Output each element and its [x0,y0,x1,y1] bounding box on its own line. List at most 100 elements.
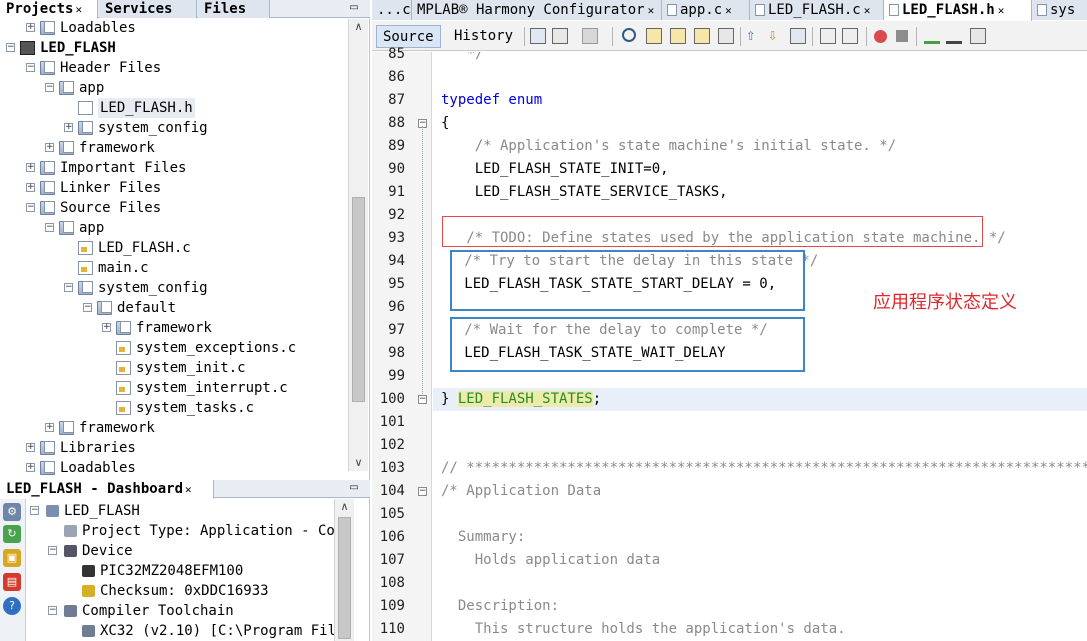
shift-left-icon[interactable] [820,28,836,44]
collapse-icon[interactable]: − [30,506,39,515]
code-area[interactable]: */ typedef enum { /* Application's state… [433,52,1087,641]
history-button[interactable]: History [448,25,519,48]
format-icon[interactable] [970,28,986,44]
chip-icon[interactable]: ▣ [3,549,21,567]
editor-tab[interactable]: LED_FLASH.c ✕ [750,0,884,20]
expand-icon[interactable]: + [26,463,35,472]
expand-icon[interactable]: + [26,183,35,192]
collapse-icon[interactable]: − [45,83,54,92]
dashboard-item[interactable]: PIC32MZ2048EFM100 [28,561,334,581]
start-macro-icon[interactable] [874,30,887,43]
collapse-icon[interactable]: − [6,43,15,52]
close-icon[interactable]: ✕ [864,4,871,17]
tree-item[interactable]: − default [0,298,348,318]
tree-item[interactable]: system_interrupt.c [0,378,348,398]
close-icon[interactable]: ✕ [75,3,82,16]
fold-toggle-icon[interactable]: − [418,487,427,496]
collapse-icon[interactable]: − [26,203,35,212]
help-icon[interactable]: ? [3,597,21,615]
previous-bookmark-icon[interactable]: ⇧ [746,27,762,44]
last-edit-icon[interactable] [530,28,546,44]
scroll-up-icon[interactable]: ∧ [335,499,354,515]
tree-item[interactable]: + Linker Files [0,178,348,198]
tree-item[interactable]: + framework [0,418,348,438]
tree-item[interactable]: system_exceptions.c [0,338,348,358]
forward-icon[interactable] [582,28,598,44]
tree-item[interactable]: + framework [0,318,348,338]
scrollbar-thumb[interactable] [338,517,351,639]
tree-item[interactable]: main.c [0,258,348,278]
tree-item[interactable]: + Loadables [0,458,348,475]
close-icon[interactable]: ✕ [185,483,192,496]
editor-tab[interactable]: sys [1032,0,1087,20]
comment-icon[interactable] [924,28,940,44]
expand-icon[interactable]: + [64,123,73,132]
find-selection-icon[interactable] [694,28,710,44]
project-tree-scrollbar[interactable]: ∧ ∨ [348,19,368,471]
close-icon[interactable]: ✕ [648,4,655,17]
collapse-icon[interactable]: − [26,63,35,72]
scrollbar-thumb[interactable] [352,197,365,402]
tab-dashboard[interactable]: LED_FLASH - Dashboard ✕ [0,480,214,499]
editor-tab[interactable]: ...c [372,0,412,20]
dashboard-item[interactable]: XC32 (v2.10) [C:\Program Files (x86)\Mic… [28,621,334,641]
expand-icon[interactable]: + [26,23,35,32]
find-next-icon[interactable] [670,28,686,44]
dashboard-scrollbar[interactable]: ∧ [334,499,354,641]
tree-item[interactable]: + Loadables [0,19,348,38]
scroll-down-icon[interactable]: ∨ [349,455,368,471]
expand-icon[interactable]: + [26,443,35,452]
source-button[interactable]: Source [376,25,441,48]
tree-item[interactable]: system_tasks.c [0,398,348,418]
tab-services[interactable]: Services [99,0,197,18]
editor-tab[interactable]: app.c ✕ [662,0,750,20]
collapse-icon[interactable]: − [45,223,54,232]
find-previous-icon[interactable] [646,28,662,44]
tree-item[interactable]: − Header Files [0,58,348,78]
close-icon[interactable]: ✕ [998,4,1005,17]
expand-icon[interactable]: + [45,143,54,152]
tree-item[interactable]: + Libraries [0,438,348,458]
close-icon[interactable]: ✕ [725,4,732,17]
tree-item[interactable]: − app [0,78,348,98]
expand-icon[interactable]: + [45,423,54,432]
tree-item[interactable]: + framework [0,138,348,158]
dashboard-item[interactable]: Project Type: Application - Configuratio… [28,521,334,541]
uncomment-icon[interactable] [946,28,962,44]
editor-tab[interactable]: MPLAB® Harmony Configurator ✕ [412,0,662,20]
refresh-icon[interactable]: ↻ [3,525,21,543]
minimize-icon[interactable]: ▭ [348,483,360,495]
tree-item[interactable]: − system_config [0,278,348,298]
tab-files[interactable]: Files [198,0,270,18]
back-icon[interactable] [552,28,568,44]
fold-toggle-icon[interactable]: − [418,395,427,404]
collapse-icon[interactable]: − [48,546,57,555]
properties-icon[interactable]: ⚙ [3,503,21,521]
pdf-icon[interactable]: ▤ [3,573,21,591]
next-bookmark-icon[interactable]: ⇩ [768,27,784,44]
expand-icon[interactable]: + [102,323,111,332]
tree-item[interactable]: − Source Files [0,198,348,218]
toggle-bookmark-icon[interactable] [790,28,806,44]
dashboard-item[interactable]: − LED_FLASH [28,501,334,521]
collapse-icon[interactable]: − [83,303,92,312]
expand-icon[interactable]: + [26,163,35,172]
collapse-icon[interactable]: − [64,283,73,292]
dashboard-item[interactable]: − Device [28,541,334,561]
editor-tab[interactable]: LED_FLASH.h ✕ [884,0,1032,21]
find-icon[interactable] [622,28,636,42]
tree-item[interactable]: − app [0,218,348,238]
tab-projects[interactable]: Projects ✕ [0,0,98,19]
tree-item[interactable]: system_init.c [0,358,348,378]
tree-item[interactable]: LED_FLASH.c [0,238,348,258]
dashboard-item[interactable]: − Compiler Toolchain [28,601,334,621]
shift-right-icon[interactable] [842,28,858,44]
dashboard-item[interactable]: Checksum: 0xDDC16933 [28,581,334,601]
stop-macro-icon[interactable] [896,30,908,42]
scroll-up-icon[interactable]: ∧ [349,19,368,35]
minimize-icon[interactable]: ▭ [348,3,360,15]
tree-item[interactable]: LED_FLASH.h [0,98,348,118]
collapse-icon[interactable]: − [48,606,57,615]
toggle-highlight-icon[interactable] [718,28,734,44]
tree-item[interactable]: + system_config [0,118,348,138]
